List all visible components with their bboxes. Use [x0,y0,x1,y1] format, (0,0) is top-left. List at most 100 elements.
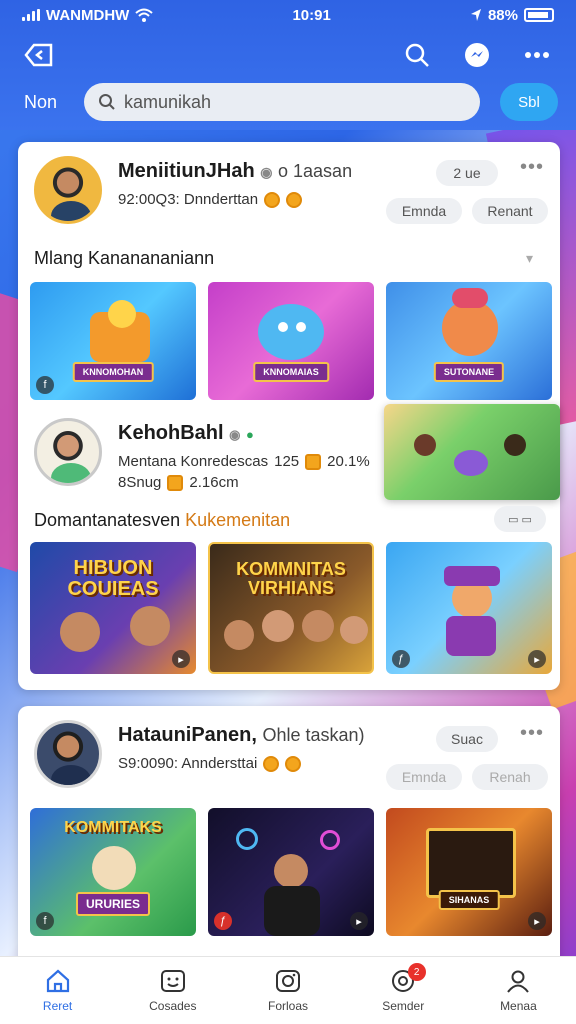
thumbnail-caption: KNNOMOHAN [72,362,154,382]
wifi-icon [135,8,153,22]
thumbnail-caption: KNNOMAIAS [253,362,329,382]
play-icon: ▸ [528,912,546,930]
post-meta-text: 8Snug [118,474,162,491]
clock: 10:91 [292,6,331,24]
author-extra: o 1aasan [278,161,353,181]
back-button[interactable] [22,38,56,72]
post-header: KehohBahl ◉ ● Mentana Konredescas 125 20… [34,418,370,491]
signal-icon [22,9,40,21]
thumbnail-title: KOMMITAKS [64,819,162,836]
post-header: MeniitiunJHah ◉ o 1aasan 92:00Q3: Dnnder… [34,156,352,224]
search-icon [99,94,115,110]
top-toolbar [0,30,576,80]
game-thumbnail[interactable]: KNNOMOHAN f [30,282,196,400]
count-pill[interactable]: Suac [436,726,498,752]
location-icon [470,9,481,21]
thumbnail-caption: SIHANAS [438,890,500,910]
count-pill[interactable]: 2 ue [436,160,498,186]
status-bar: WANMDHW 10:91 88% [0,0,576,30]
camera-icon [276,969,300,992]
post-meta: 92:00Q3: Dnnderttan [118,191,352,208]
more-options-button[interactable] [520,38,554,72]
video-thumbnail[interactable]: ƒ ▸ [386,542,552,674]
action-button[interactable]: Renant [472,198,548,224]
smile-icon [160,969,185,992]
notification-badge: 2 [407,963,426,981]
app-header: WANMDHW 10:91 88% Non kamunikah Sbl [0,0,576,130]
tab-games[interactable]: Cosades [115,957,230,1024]
thumbnail-title: HIBUON COUIEAS [67,557,159,600]
avatar[interactable] [34,156,102,224]
tab-label: Forloas [268,998,309,1013]
messenger-icon [465,43,489,67]
avatar[interactable] [34,720,102,788]
game-thumbnail[interactable]: KNNOMAIAS [208,282,374,400]
video-thumbnail[interactable]: KOMMITAKS URURIES f [30,808,196,936]
video-thumbnail[interactable]: HIBUON COUIEAS ▸ [30,542,196,674]
action-button[interactable]: Emnda [386,198,462,224]
battery-icon [523,8,554,22]
tab-label: Semder [382,998,425,1013]
search-row: Non kamunikah Sbl [0,80,576,124]
video-thumbnail[interactable]: KOMMNITAS VIRHIANS [208,542,374,674]
online-icon: ● [246,427,254,442]
search-placeholder: kamunikah [124,91,212,112]
home-icon [46,969,69,992]
chevron-down-icon[interactable]: ▾ [526,250,533,267]
post-meta: Mentana Konredescas 125 20.1% [118,453,370,470]
profile-icon [507,970,530,993]
tab-notifications[interactable]: 2 Semder [346,957,461,1024]
action-button[interactable]: Emnda [386,764,462,790]
coin-icon [264,191,281,208]
tab-label: Menaa [500,998,537,1013]
search-button[interactable] [400,38,434,72]
info-icon: ƒ [392,650,410,668]
coin-icon [285,755,302,772]
feed-card: HatauniPanen, Ohle taskan) S9:0090: Annd… [18,706,560,976]
coin-icon [263,755,280,772]
game-preview-thumbnail[interactable] [384,404,560,500]
messenger-button[interactable] [460,38,494,72]
post-meta-text: Mentana Konredescas [118,453,269,470]
search-icon [405,43,429,67]
more-dots-icon[interactable]: ••• [520,156,544,179]
game-thumbnail[interactable]: SUTONANE [386,282,552,400]
post-meta-text: S9:0090: Anndersttai [118,755,258,772]
bottom-tab-bar: Reret Cosades Forloas 2 Semder Menaa [0,956,576,1024]
search-submit-button[interactable]: Sbl [500,83,558,121]
more-dots-icon[interactable]: ••• [520,722,544,745]
facebook-icon: f [36,912,54,930]
post-meta-2: 8Snug 2.16cm [118,474,370,491]
carrier-name: WANMDHW [46,6,130,24]
facebook-icon: f [36,376,54,394]
tab-menu[interactable]: Menaa [461,957,576,1024]
thumbnail-caption: URURIES [75,892,151,916]
action-button[interactable]: Renah [472,764,548,790]
section-title: Domantanatesven Kukemenitan [34,510,291,530]
more-button[interactable]: ▭ ▭ [494,506,546,532]
search-input[interactable]: kamunikah [84,83,480,121]
post-meta-value: 2.16cm [189,474,239,491]
play-icon: ▸ [350,912,368,930]
post-meta: S9:0090: Anndersttai [118,755,365,772]
post-header: HatauniPanen, Ohle taskan) S9:0090: Annd… [34,720,365,788]
tab-photos[interactable]: Forloas [230,957,345,1024]
verified-icon: ◉ [260,164,273,180]
info-icon: ƒ [214,912,232,930]
tab-label: Cosades [149,998,197,1013]
video-thumbnail[interactable]: SIHANAS ▸ [386,808,552,936]
post-meta-text: 92:00Q3: Dnnderttan [118,191,259,208]
author-name[interactable]: MeniitiunJHah ◉ o 1aasan [118,160,352,183]
author-name[interactable]: KehohBahl ◉ ● [118,422,370,445]
play-icon: ▸ [528,650,546,668]
tab-home[interactable]: Reret [0,957,115,1024]
video-thumbnail[interactable]: ƒ ▸ [208,808,374,936]
thumbnail-caption: SUTONANE [433,362,505,382]
search-left-label[interactable]: Non [24,92,64,113]
author-name[interactable]: HatauniPanen, Ohle taskan) [118,724,365,747]
thumbnail-title: KOMMNITAS VIRHIANS [236,559,346,598]
feed-card: MeniitiunJHah ◉ o 1aasan 92:00Q3: Dnnder… [18,142,560,690]
badge-icon [305,453,322,470]
avatar[interactable] [34,418,102,486]
post-meta-number: 125 [274,453,300,470]
